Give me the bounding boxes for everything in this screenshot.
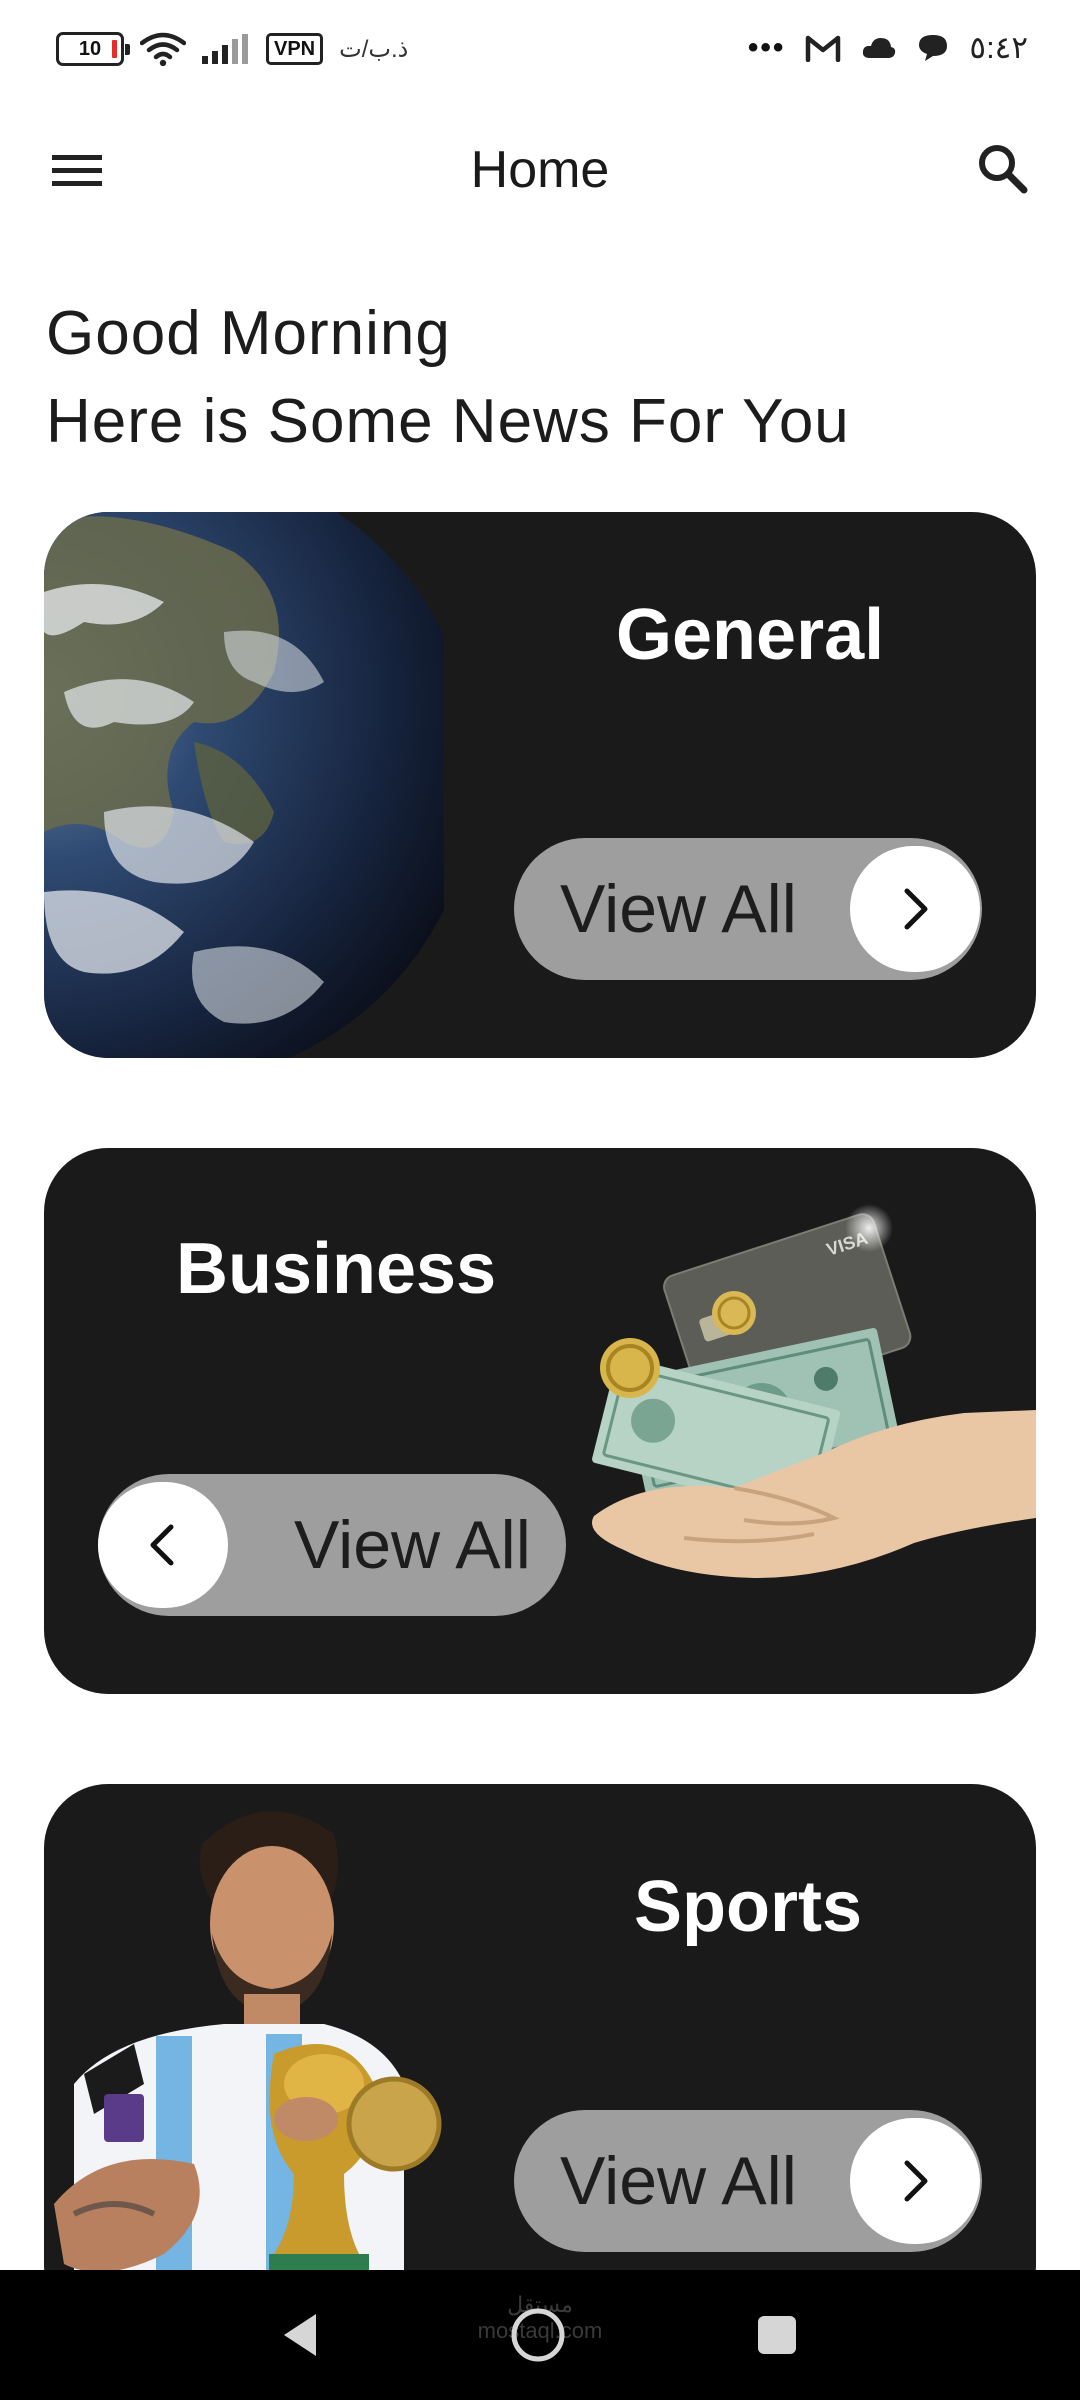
category-card-sports[interactable]: Sports View All	[44, 1784, 1036, 2330]
view-all-label: View All	[294, 1507, 531, 1583]
system-navigation-bar: مستقل mostaql.com	[0, 2270, 1080, 2400]
back-icon	[284, 2314, 316, 2356]
chevron-right-icon	[904, 888, 928, 930]
view-all-sports-button[interactable]: View All	[514, 2110, 982, 2252]
search-icon	[979, 145, 1028, 194]
arrow-circle	[98, 1482, 228, 1608]
view-all-label: View All	[560, 2143, 797, 2219]
home-button[interactable]	[503, 2300, 573, 2370]
cloud-icon	[863, 38, 896, 58]
gmail-icon	[806, 35, 841, 62]
arrow-circle	[850, 846, 980, 972]
carrier-label: ذ.ب/ت	[339, 35, 409, 63]
greeting-line-1: Good Morning	[46, 299, 451, 368]
wifi-icon	[140, 32, 186, 66]
recents-icon	[758, 2316, 796, 2354]
back-button[interactable]	[266, 2300, 336, 2370]
chevron-right-icon	[904, 2160, 928, 2202]
chevron-left-icon	[150, 1524, 174, 1566]
category-card-business[interactable]: Business VISA View All	[44, 1148, 1036, 1694]
view-all-label: View All	[560, 871, 797, 947]
category-title-general: General	[616, 595, 885, 675]
battery-level: 10	[78, 38, 102, 60]
arrow-circle	[850, 2118, 980, 2244]
hand-with-money-and-card-image: VISA	[592, 1204, 1036, 1578]
category-title-sports: Sports	[634, 1867, 863, 1947]
greeting: Good Morning Here is Some News For You	[46, 290, 850, 466]
status-bar-right: ••• ٥:٤٢	[748, 30, 1028, 66]
greeting-line-2: Here is Some News For You	[46, 387, 850, 456]
vpn-badge: VPN	[266, 33, 324, 65]
status-bar-left: 10 VPN ذ.ب/ت	[56, 32, 408, 66]
earth-globe-image	[44, 512, 444, 1058]
clock: ٥:٤٢	[969, 30, 1028, 65]
category-card-general[interactable]: General View All	[44, 512, 1036, 1058]
footballer-with-trophy-image	[54, 1811, 442, 2330]
recents-button[interactable]	[742, 2300, 812, 2370]
more-notifications-icon: •••	[747, 31, 786, 64]
signal-icon	[202, 34, 248, 64]
search-button[interactable]	[966, 132, 1040, 206]
battery-icon: 10	[56, 32, 130, 66]
category-title-business: Business	[176, 1229, 497, 1309]
view-all-general-button[interactable]: View All	[514, 838, 982, 980]
status-bar: 10 VPN ذ.ب/ت ••• ٥:٤٢	[0, 0, 1080, 110]
page-title: Home	[470, 141, 610, 199]
home-icon	[511, 2308, 565, 2362]
view-all-business-button[interactable]: View All	[98, 1474, 566, 1616]
chat-bubble-icon	[919, 35, 948, 61]
app-bar: Home	[0, 110, 1080, 230]
